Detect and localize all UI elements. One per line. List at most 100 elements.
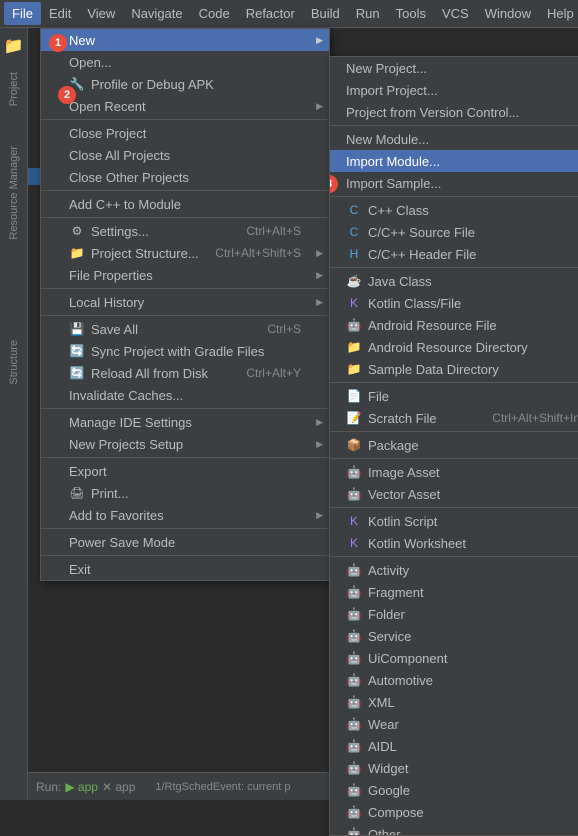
run-label: Run: [36, 780, 61, 794]
sub-other[interactable]: 🤖 Other [330, 823, 578, 836]
sub-uicomponent[interactable]: 🤖 UiComponent [330, 647, 578, 669]
sub-cpp-class[interactable]: C C++ Class [330, 199, 578, 221]
sub-image-asset[interactable]: 🤖 Image Asset [330, 461, 578, 483]
sub-kotlin-worksheet[interactable]: K Kotlin Worksheet [330, 532, 578, 554]
activity-icon: 🤖 [346, 562, 362, 578]
menu-new[interactable]: New ▶ [41, 29, 329, 51]
menu-code[interactable]: Code [191, 2, 238, 25]
left-sidebar: 📁 Project Resource Manager Structure [0, 28, 28, 800]
menu-profile-apk[interactable]: 🔧 Profile or Debug APK [41, 73, 329, 95]
sub-package[interactable]: 📦 Package [330, 434, 578, 456]
sub-cpp-source[interactable]: C C/C++ Source File [330, 221, 578, 243]
menu-build[interactable]: Build [303, 2, 348, 25]
sub-google[interactable]: 🤖 Google [330, 779, 578, 801]
separator [330, 196, 578, 197]
menu-print[interactable]: 🖨 Print... [41, 482, 329, 504]
sub-import-sample[interactable]: Import Sample... [330, 172, 578, 194]
kotlin-script-icon: K [346, 513, 362, 529]
menu-open[interactable]: Open... [41, 51, 329, 73]
cpp-source-icon: C [346, 224, 362, 240]
menu-navigate[interactable]: Navigate [123, 2, 190, 25]
sub-service[interactable]: 🤖 Service [330, 625, 578, 647]
menu-add-favorites[interactable]: Add to Favorites [41, 504, 329, 526]
sub-new-project[interactable]: New Project... [330, 57, 578, 79]
sub-new-module[interactable]: New Module... [330, 128, 578, 150]
sidebar-project-icon[interactable]: 📁 [2, 34, 26, 58]
sidebar-resource-label[interactable]: Resource Manager [8, 146, 20, 240]
sub-android-resource-dir[interactable]: 📁 Android Resource Directory [330, 336, 578, 358]
menu-power-save[interactable]: Power Save Mode [41, 531, 329, 553]
sub-folder[interactable]: 🤖 Folder [330, 603, 578, 625]
ui-component-icon: 🤖 [346, 650, 362, 666]
separator [41, 119, 329, 120]
menu-new-projects-setup[interactable]: New Projects Setup [41, 433, 329, 455]
menu-run[interactable]: Run [348, 2, 388, 25]
new-submenu: 3 New Project... Import Project... Proje… [329, 56, 578, 836]
menu-window[interactable]: Window [477, 2, 539, 25]
sub-wear[interactable]: 🤖 Wear [330, 713, 578, 735]
menu-exit[interactable]: Exit [41, 558, 329, 580]
sub-file[interactable]: 📄 File [330, 385, 578, 407]
menu-settings[interactable]: ⚙ Settings... Ctrl+Alt+S [41, 220, 329, 242]
menu-tools[interactable]: Tools [388, 2, 434, 25]
menu-file-props[interactable]: File Properties [41, 264, 329, 286]
menu-open-recent[interactable]: Open Recent [41, 95, 329, 117]
cpp-icon: C [346, 202, 362, 218]
kotlin-icon: K [346, 295, 362, 311]
run-close-button[interactable]: ✕ app [102, 780, 135, 794]
sub-automotive[interactable]: 🤖 Automotive [330, 669, 578, 691]
java-class-icon: ☕ [346, 273, 362, 289]
sub-kotlin-script[interactable]: K Kotlin Script [330, 510, 578, 532]
menu-close-all[interactable]: Close All Projects [41, 144, 329, 166]
menu-help[interactable]: Help [539, 2, 578, 25]
main-area: ▶ 📁 itmplup xxнdup! ▶ 📁 values ▶ 📁 value… [28, 28, 578, 800]
menu-project-structure[interactable]: 📁 Project Structure... Ctrl+Alt+Shift+S [41, 242, 329, 264]
menu-close-project[interactable]: Close Project [41, 122, 329, 144]
menu-add-cpp[interactable]: Add C++ to Module [41, 193, 329, 215]
menu-vcs[interactable]: VCS [434, 2, 477, 25]
menu-local-history[interactable]: Local History [41, 291, 329, 313]
sub-widget[interactable]: 🤖 Widget [330, 757, 578, 779]
sub-android-resource[interactable]: 🤖 Android Resource File [330, 314, 578, 336]
sub-import-module[interactable]: Import Module... [330, 150, 578, 172]
menu-export[interactable]: Export [41, 460, 329, 482]
sub-kotlin-class[interactable]: K Kotlin Class/File [330, 292, 578, 314]
run-app-button[interactable]: ▶ app [65, 780, 98, 794]
menu-sync-gradle[interactable]: 🔄 Sync Project with Gradle Files [41, 340, 329, 362]
menu-refactor[interactable]: Refactor [238, 2, 303, 25]
scratch-icon: 📝 [346, 410, 362, 426]
sub-fragment[interactable]: 🤖 Fragment [330, 581, 578, 603]
kotlin-worksheet-icon: K [346, 535, 362, 551]
sidebar-project-label[interactable]: Project [8, 72, 20, 106]
menu-invalidate-caches[interactable]: Invalidate Caches... [41, 384, 329, 406]
menu-close-other[interactable]: Close Other Projects [41, 166, 329, 188]
print-icon: 🖨 [69, 485, 85, 501]
sub-activity[interactable]: 🤖 Activity [330, 559, 578, 581]
sub-java-class[interactable]: ☕ Java Class [330, 270, 578, 292]
separator [41, 190, 329, 191]
menu-manage-ide[interactable]: Manage IDE Settings [41, 411, 329, 433]
menu-view[interactable]: View [79, 2, 123, 25]
reload-icon: 🔄 [69, 365, 85, 381]
sidebar-structure-label[interactable]: Structure [8, 340, 20, 385]
save-icon: 💾 [69, 321, 85, 337]
sub-compose[interactable]: 🤖 Compose [330, 801, 578, 823]
sub-cpp-header[interactable]: H C/C++ Header File [330, 243, 578, 265]
menu-save-all[interactable]: 💾 Save All Ctrl+S [41, 318, 329, 340]
menu-edit[interactable]: Edit [41, 2, 79, 25]
run-status-1: 1/RtgSchedEvent: current p [155, 781, 290, 793]
sub-aidl[interactable]: 🤖 AIDL [330, 735, 578, 757]
image-asset-icon: 🤖 [346, 464, 362, 480]
sub-vector-asset[interactable]: 🤖 Vector Asset [330, 483, 578, 505]
automotive-icon: 🤖 [346, 672, 362, 688]
sub-scratch-file[interactable]: 📝 Scratch File Ctrl+Alt+Shift+Insert [330, 407, 578, 429]
sub-import-project[interactable]: Import Project... [330, 79, 578, 101]
menu-reload-disk[interactable]: 🔄 Reload All from Disk Ctrl+Alt+Y [41, 362, 329, 384]
menu-file[interactable]: File [4, 2, 41, 25]
sub-xml[interactable]: 🤖 XML [330, 691, 578, 713]
sub-sample-data-dir[interactable]: 📁 Sample Data Directory [330, 358, 578, 380]
sub-project-vcs[interactable]: Project from Version Control... [330, 101, 578, 123]
vector-asset-icon: 🤖 [346, 486, 362, 502]
separator [41, 315, 329, 316]
other-icon: 🤖 [346, 826, 362, 836]
